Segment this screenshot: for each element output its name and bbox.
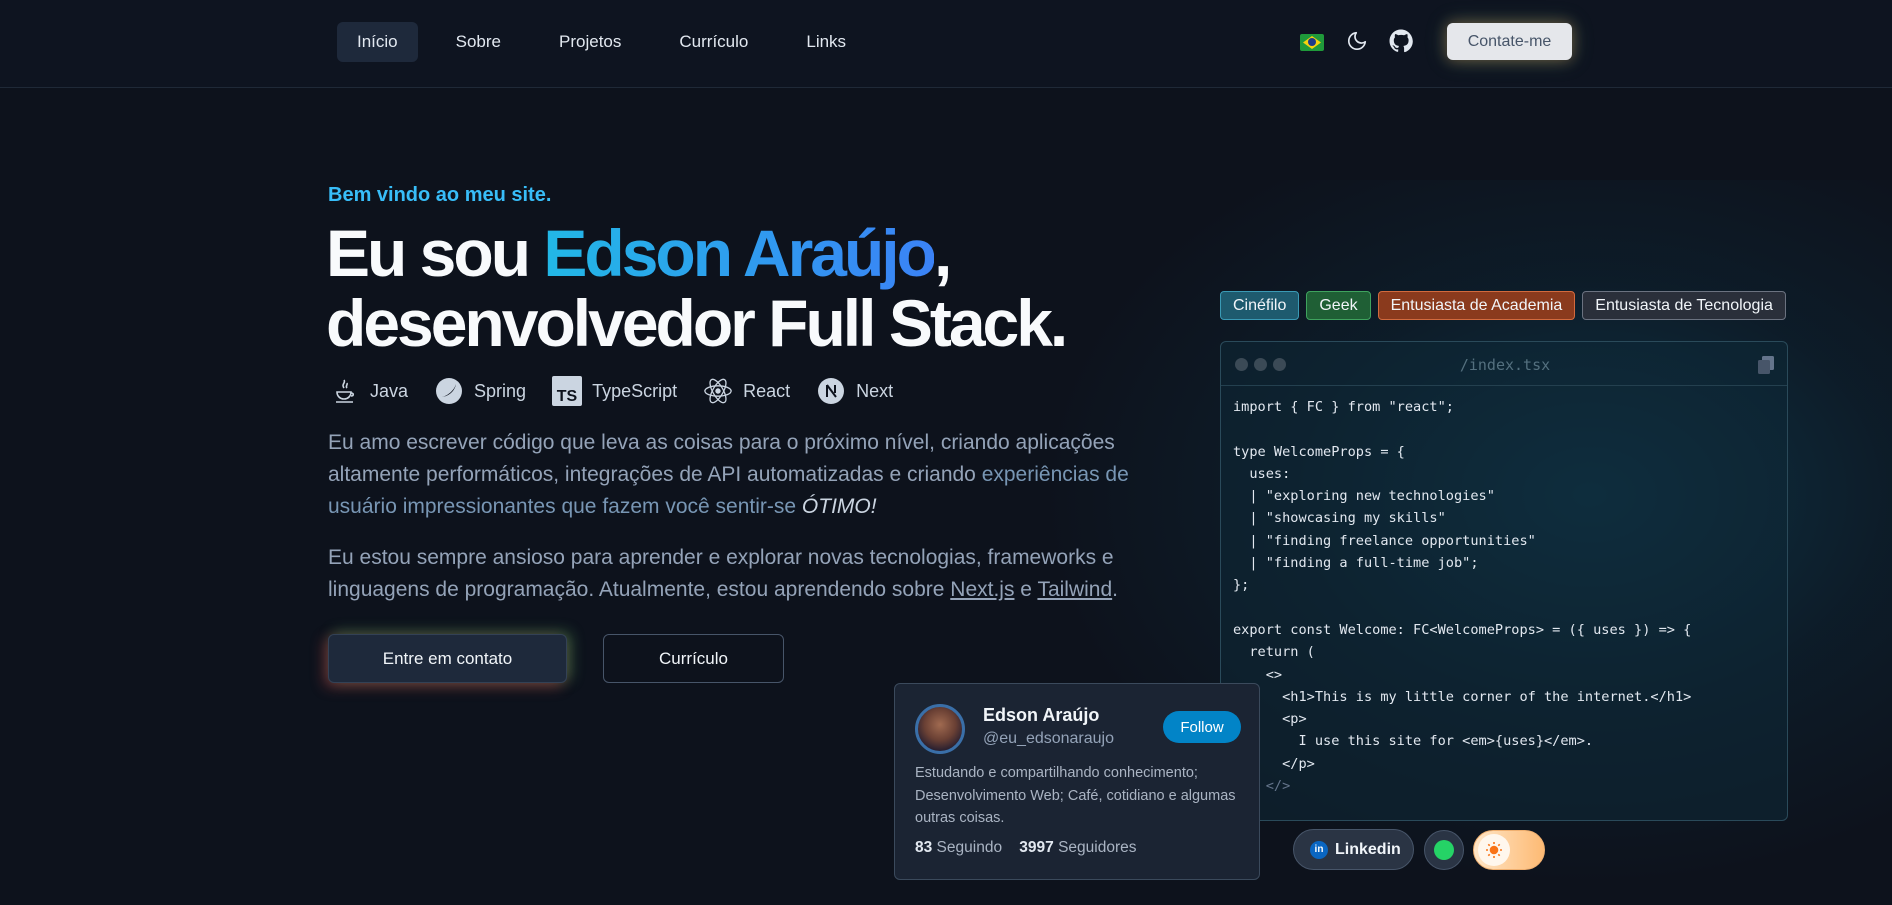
- code-window-titlebar: /index.tsx: [1221, 342, 1787, 386]
- code-line: uses:: [1233, 465, 1291, 482]
- svg-text:TS: TS: [557, 388, 578, 405]
- whatsapp-icon: [1434, 840, 1454, 860]
- code-content: import { FC } from "react"; ​ type Welcome…: [1221, 386, 1787, 807]
- code-filename: /index.tsx: [1459, 356, 1551, 374]
- profile-card: Edson Araújo @eu_edsonaraujo Follow Estu…: [894, 683, 1260, 880]
- nav-item-projetos[interactable]: Projetos: [539, 22, 641, 62]
- tag-tecnologia: Entusiasta de Tecnologia: [1582, 291, 1786, 320]
- tech-spring: Spring: [434, 376, 526, 406]
- tech-next: Next: [816, 376, 893, 406]
- code-line: ​: [1233, 597, 1775, 619]
- java-icon: [330, 376, 360, 406]
- headline-prefix: Eu sou: [326, 216, 544, 290]
- code-line: };: [1233, 577, 1250, 594]
- learning-paragraph: Eu estou sempre ansioso para aprender e …: [328, 542, 1148, 606]
- following-count: 83: [915, 839, 933, 856]
- nav-item-links[interactable]: Links: [786, 22, 866, 62]
- code-line: ​: [1233, 418, 1775, 440]
- hero-headline: Eu sou Edson Araújo, desenvolvedor Full …: [326, 218, 1186, 358]
- theme-toggle[interactable]: [1473, 830, 1545, 870]
- linkedin-label: Linkedin: [1335, 840, 1401, 858]
- code-line: | "exploring new technologies": [1233, 488, 1495, 505]
- learning-and: e: [1014, 578, 1038, 601]
- code-line: <p>: [1233, 711, 1307, 728]
- following-label: Seguindo: [932, 839, 1003, 856]
- profile-bio: Estudando e compartilhando conhecimento;…: [915, 765, 1236, 826]
- tag-geek: Geek: [1306, 291, 1371, 320]
- react-icon: [703, 376, 733, 406]
- linkedin-button[interactable]: in Linkedin: [1293, 829, 1414, 870]
- code-line: I use this site for <em>{uses}</em>.: [1233, 733, 1594, 750]
- nav-item-curriculo[interactable]: Currículo: [659, 22, 768, 62]
- tech-label: Java: [370, 380, 409, 401]
- linkedin-icon: in: [1310, 840, 1328, 859]
- profile-handle: @eu_edsonaraujo: [983, 730, 1115, 747]
- tech-label: TypeScript: [592, 380, 678, 401]
- intro-emphasis: ÓTIMO!: [801, 495, 877, 518]
- profile-name: Edson Araújo: [983, 705, 1100, 725]
- tech-label: Next: [856, 380, 894, 401]
- tag-academia: Entusiasta de Academia: [1377, 291, 1576, 320]
- tech-typescript: TS TypeScript: [552, 376, 677, 406]
- typescript-icon: TS: [552, 376, 583, 406]
- copy-icon[interactable]: [1757, 355, 1775, 375]
- code-line: </p>: [1233, 755, 1315, 772]
- tech-java: Java: [330, 376, 408, 406]
- tailwind-link[interactable]: Tailwind: [1037, 578, 1112, 601]
- tech-react: React: [703, 376, 790, 406]
- follow-button[interactable]: Follow: [1163, 711, 1241, 743]
- code-line: type WelcomeProps = {: [1233, 443, 1405, 460]
- code-line: return (: [1233, 644, 1315, 661]
- interest-tags: Cinéfilo Geek Entusiasta de Academia Ent…: [1220, 291, 1793, 320]
- whatsapp-button[interactable]: [1424, 830, 1464, 870]
- code-line: <>: [1233, 666, 1283, 683]
- welcome-text: Bem vindo ao meu site.: [328, 184, 552, 206]
- code-line: | "finding a full-time job";: [1233, 555, 1479, 572]
- code-line: </>: [1233, 778, 1291, 795]
- followers-label: Seguidores: [1053, 839, 1137, 856]
- nav-item-inicio[interactable]: Início: [337, 22, 418, 62]
- code-line: import { FC } from "react";: [1233, 399, 1454, 415]
- spring-icon: [434, 376, 464, 406]
- contact-button[interactable]: Entre em contato: [328, 634, 567, 683]
- code-line: | "showcasing my skills": [1233, 510, 1446, 527]
- sun-icon: [1478, 834, 1510, 866]
- headline-name: Edson Araújo: [543, 216, 937, 290]
- tech-label: Spring: [474, 380, 527, 401]
- nav-item-sobre[interactable]: Sobre: [436, 22, 521, 62]
- main-nav: Início Sobre Projetos Currículo Links: [337, 22, 884, 62]
- tech-label: React: [743, 380, 791, 401]
- nextjs-link[interactable]: Next.js: [950, 578, 1014, 601]
- code-line: <h1>This is my little corner of the inte…: [1233, 688, 1692, 705]
- headline-line2: desenvolvedor Full Stack.: [326, 286, 1068, 360]
- code-line: export const Welcome: FC<WelcomeProps> =…: [1233, 621, 1692, 638]
- brazil-flag-icon[interactable]: [1300, 34, 1324, 51]
- github-icon[interactable]: [1389, 29, 1413, 53]
- tech-stack: Java Spring TS TypeScript React Next: [330, 376, 919, 406]
- nextjs-icon: [816, 376, 846, 406]
- curriculum-button[interactable]: Currículo: [603, 634, 784, 683]
- intro-paragraph: Eu amo escrever código que leva as coisa…: [328, 427, 1148, 523]
- code-window: /index.tsx import { FC } from "react"; ​ t…: [1220, 341, 1788, 821]
- contact-me-button[interactable]: Contate-me: [1447, 23, 1572, 60]
- code-line: | "finding freelance opportunities": [1233, 532, 1536, 549]
- headline-comma: ,: [933, 216, 952, 290]
- site-header: Início Sobre Projetos Currículo Links Co…: [0, 0, 1892, 88]
- learning-end: .: [1112, 578, 1118, 601]
- avatar: [915, 704, 965, 754]
- profile-stats: 83 Seguindo 3997 Seguidores: [915, 839, 1137, 857]
- moon-icon[interactable]: [1346, 30, 1368, 52]
- tag-cinefilo: Cinéfilo: [1220, 291, 1300, 320]
- followers-count: 3997: [1019, 839, 1054, 856]
